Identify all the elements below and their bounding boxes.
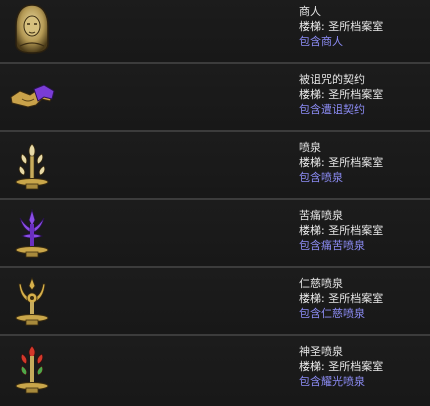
floor-location: 楼梯: 圣所档案室 [299, 359, 383, 374]
row-text: 仁慈喷泉 楼梯: 圣所档案室 包含仁慈喷泉 [299, 276, 383, 322]
encounter-name: 商人 [299, 5, 321, 18]
list-item: 被诅咒的契约 楼梯: 圣所档案室 包含遭诅契约 [0, 64, 430, 130]
floor-label: 楼梯: [299, 360, 325, 373]
cursed-pact-icon [6, 68, 58, 126]
list-item: 喷泉 楼梯: 圣所档案室 包含喷泉 [0, 132, 430, 198]
row-divider [0, 130, 430, 132]
encounter-name: 喷泉 [299, 141, 321, 154]
encounter-name: 神圣喷泉 [299, 345, 343, 358]
floor-location: 楼梯: 圣所档案室 [299, 87, 383, 102]
contains-link[interactable]: 包含商人 [299, 34, 383, 50]
floor-value: 圣所档案室 [328, 88, 384, 101]
contains-link[interactable]: 包含遭诅契约 [299, 102, 383, 118]
encounter-name: 苦痛喷泉 [299, 209, 343, 222]
contains-link[interactable]: 包含耀光喷泉 [299, 374, 383, 390]
row-text: 喷泉 楼梯: 圣所档案室 包含喷泉 [299, 140, 383, 186]
floor-value: 圣所档案室 [328, 20, 384, 33]
list-item: 苦痛喷泉 楼梯: 圣所档案室 包含痛苦喷泉 [0, 200, 430, 266]
merchant-icon [6, 0, 58, 58]
row-divider [0, 62, 430, 64]
fountain-of-pain-icon [6, 204, 58, 262]
floor-label: 楼梯: [299, 88, 325, 101]
contains-link[interactable]: 包含仁慈喷泉 [299, 306, 383, 322]
floor-label: 楼梯: [299, 156, 325, 169]
fountain-icon [6, 136, 58, 194]
list-item: 仁慈喷泉 楼梯: 圣所档案室 包含仁慈喷泉 [0, 268, 430, 334]
encounter-name: 被诅咒的契约 [299, 73, 365, 86]
floor-label: 楼梯: [299, 292, 325, 305]
floor-label: 楼梯: [299, 20, 325, 33]
floor-location: 楼梯: 圣所档案室 [299, 223, 383, 238]
fountain-of-mercy-icon [6, 272, 58, 330]
row-divider [0, 266, 430, 268]
encounter-list: 商人 楼梯: 圣所档案室 包含商人 被诅咒的契约 楼梯: 圣所档案室 包含遭诅契… [0, 0, 430, 406]
list-item: 神圣喷泉 楼梯: 圣所档案室 包含耀光喷泉 [0, 336, 430, 406]
floor-value: 圣所档案室 [328, 292, 384, 305]
row-text: 被诅咒的契约 楼梯: 圣所档案室 包含遭诅契约 [299, 72, 383, 118]
row-text: 商人 楼梯: 圣所档案室 包含商人 [299, 4, 383, 50]
floor-value: 圣所档案室 [328, 224, 384, 237]
row-divider [0, 198, 430, 200]
floor-location: 楼梯: 圣所档案室 [299, 291, 383, 306]
floor-value: 圣所档案室 [328, 360, 384, 373]
floor-label: 楼梯: [299, 224, 325, 237]
holy-fountain-icon [6, 340, 58, 398]
contains-link[interactable]: 包含喷泉 [299, 170, 383, 186]
contains-link[interactable]: 包含痛苦喷泉 [299, 238, 383, 254]
row-text: 苦痛喷泉 楼梯: 圣所档案室 包含痛苦喷泉 [299, 208, 383, 254]
row-divider [0, 334, 430, 336]
floor-location: 楼梯: 圣所档案室 [299, 155, 383, 170]
list-item: 商人 楼梯: 圣所档案室 包含商人 [0, 0, 430, 62]
floor-location: 楼梯: 圣所档案室 [299, 19, 383, 34]
floor-value: 圣所档案室 [328, 156, 384, 169]
row-text: 神圣喷泉 楼梯: 圣所档案室 包含耀光喷泉 [299, 344, 383, 390]
encounter-name: 仁慈喷泉 [299, 277, 343, 290]
